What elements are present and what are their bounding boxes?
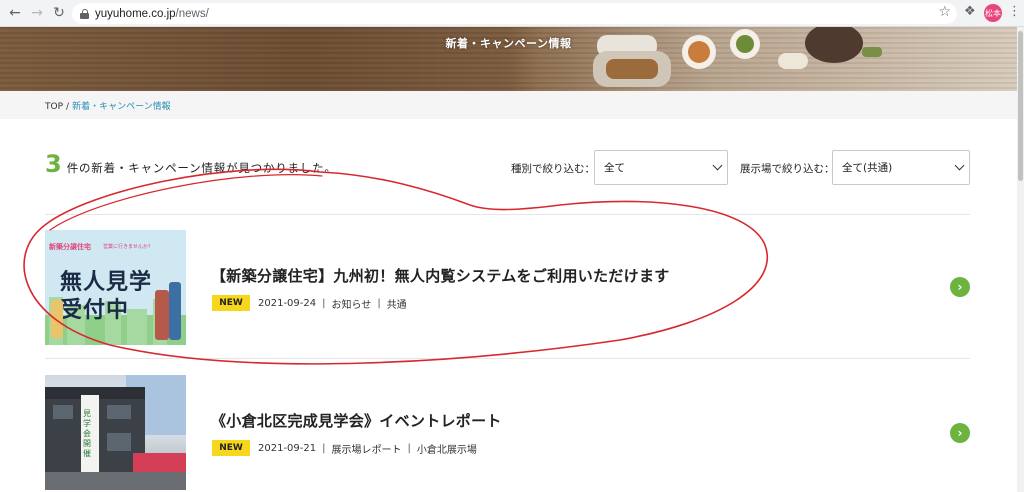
url-text: yuyuhome.co.jp/news/ xyxy=(95,8,209,20)
news-list-item[interactable]: 新築分譲住宅 営業に行きませんか? 無人見学 受付中 【新築分譲住宅】九州初！無… xyxy=(45,230,970,346)
list-divider xyxy=(45,358,970,359)
breadcrumb: TOP / 新着・キャンペーン情報 xyxy=(45,99,171,112)
article-category: 展示場レポート xyxy=(331,444,402,456)
lock-icon xyxy=(80,8,89,19)
chevron-right-icon[interactable]: › xyxy=(950,423,970,443)
reload-icon[interactable]: ↻ xyxy=(48,2,70,24)
article-title-link[interactable]: 《小倉北区完成見学会》イベントレポート xyxy=(211,410,502,431)
hero-title: 新着・キャンペーン情報 xyxy=(445,37,572,50)
kebab-menu-icon[interactable]: ⋮ xyxy=(1008,4,1021,19)
address-bar[interactable]: yuyuhome.co.jp/news/ ☆ xyxy=(72,3,957,24)
star-icon[interactable]: ☆ xyxy=(938,4,951,20)
chevron-down-icon xyxy=(954,160,965,171)
thumbnail-headline-2: 受付中 xyxy=(60,298,130,323)
thumbnail-tag-small: 営業に行きませんか? xyxy=(103,244,151,250)
back-arrow-icon[interactable]: ← xyxy=(4,2,26,24)
browser-toolbar: ← → ↻ yuyuhome.co.jp/news/ ☆ ❖ 松本 ⋮ xyxy=(0,0,1024,27)
hero-banner: 新着・キャンペーン情報 xyxy=(0,27,1017,91)
venue-filter-label: 展示場で絞り込む： xyxy=(740,163,835,175)
url-host: yuyuhome.co.jp xyxy=(95,7,176,20)
article-date: 2021-09-21 xyxy=(258,442,317,454)
article-venue: 共通 xyxy=(386,299,407,311)
article-venue: 小倉北展示場 xyxy=(416,444,477,456)
forward-arrow-icon[interactable]: → xyxy=(26,2,48,24)
chevron-down-icon xyxy=(712,160,723,171)
results-count: 3 xyxy=(45,150,62,178)
type-filter-select[interactable]: 全て xyxy=(594,150,728,185)
article-date: 2021-09-24 xyxy=(258,297,317,309)
url-path: /news/ xyxy=(175,7,209,20)
venue-filter-value: 全て(共通) xyxy=(842,162,893,174)
thumbnail-tag: 新築分譲住宅 xyxy=(49,243,91,251)
breadcrumb-separator: / xyxy=(66,102,70,112)
new-badge: NEW xyxy=(212,295,250,311)
chevron-right-icon[interactable]: › xyxy=(950,277,970,297)
type-filter-label: 種別で絞り込む： xyxy=(511,163,595,175)
article-meta: NEW 2021-09-24 | お知らせ | 共通 xyxy=(212,295,407,311)
breadcrumb-bar: TOP / 新着・キャンペーン情報 xyxy=(0,91,1017,119)
article-thumbnail[interactable]: 新築分譲住宅 営業に行きませんか? 無人見学 受付中 xyxy=(45,230,186,345)
article-category: お知らせ xyxy=(331,299,372,311)
new-badge: NEW xyxy=(212,440,250,456)
article-thumbnail[interactable]: 見学会開催 xyxy=(45,375,186,490)
results-summary: 3 件の新着・キャンペーン情報が見つかりました。 xyxy=(45,150,337,178)
extension-icon[interactable]: ❖ xyxy=(964,4,976,19)
type-filter-value: 全て xyxy=(604,162,625,174)
page-scrollbar[interactable] xyxy=(1017,27,1024,492)
venue-filter-select[interactable]: 全て(共通) xyxy=(832,150,970,185)
breadcrumb-home-link[interactable]: TOP xyxy=(45,102,63,112)
avatar[interactable]: 松本 xyxy=(984,4,1002,22)
results-text: 件の新着・キャンペーン情報が見つかりました。 xyxy=(66,161,337,175)
scrollbar-thumb[interactable] xyxy=(1018,31,1023,181)
thumbnail-banner-text: 見学会開催 xyxy=(83,409,91,458)
news-list-item[interactable]: 見学会開催 《小倉北区完成見学会》イベントレポート NEW 2021-09-21… xyxy=(45,375,970,491)
breadcrumb-current[interactable]: 新着・キャンペーン情報 xyxy=(72,102,171,112)
article-meta: NEW 2021-09-21 | 展示場レポート | 小倉北展示場 xyxy=(212,440,477,456)
list-divider xyxy=(45,214,970,215)
article-title-link[interactable]: 【新築分譲住宅】九州初！無人内覧システムをご利用いただけます xyxy=(211,265,670,286)
